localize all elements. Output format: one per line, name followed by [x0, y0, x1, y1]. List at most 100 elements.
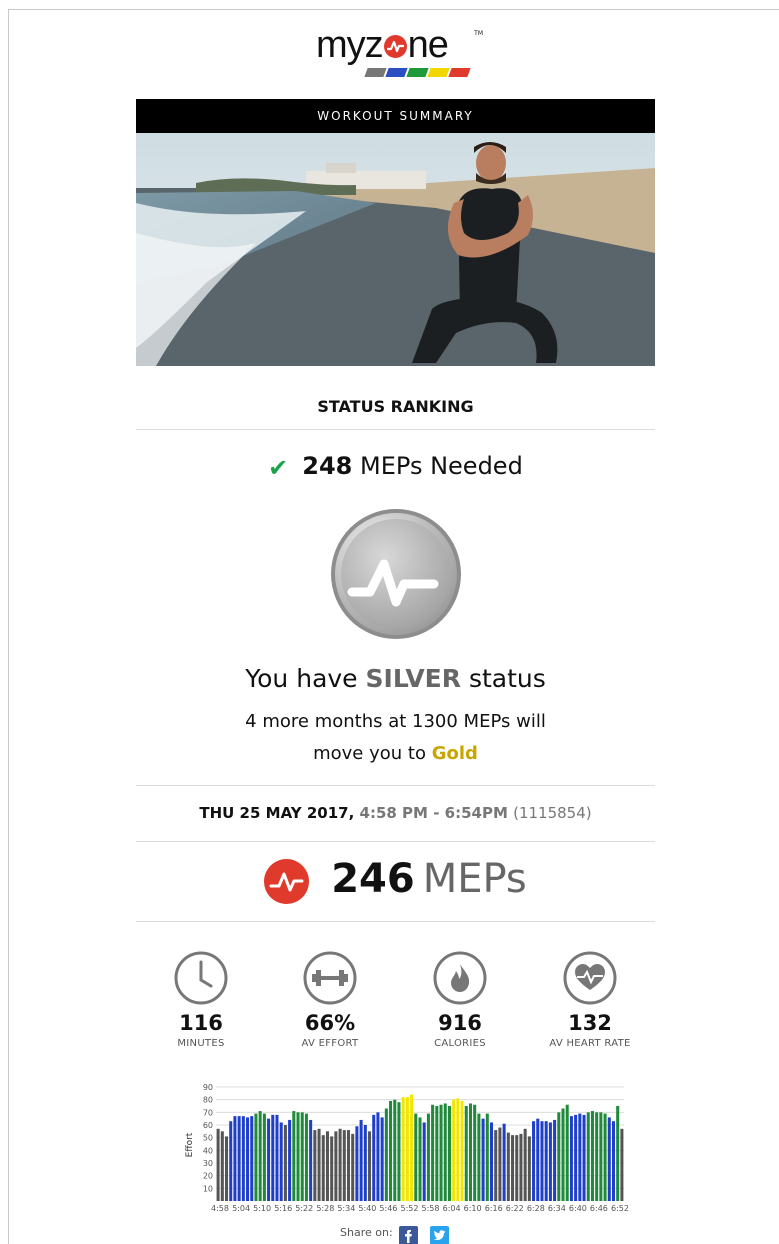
status-ranking-heading: STATUS RANKING — [317, 397, 474, 416]
meps-total: 246 MEPs — [136, 856, 655, 912]
effort-bar — [384, 1108, 388, 1201]
effort-bar — [616, 1106, 620, 1201]
effort-bar — [511, 1135, 515, 1201]
effort-bar — [262, 1113, 266, 1201]
x-tick-label: 4:58 — [211, 1204, 229, 1213]
logo-o-heart-icon — [383, 35, 407, 58]
effort-bar — [389, 1100, 393, 1201]
effort-bar — [447, 1106, 451, 1201]
x-tick-label: 6:46 — [590, 1204, 608, 1213]
meps-unit: MEPs — [422, 856, 527, 902]
stat-av-effort: 66% AV EFFORT — [275, 950, 385, 1049]
effort-bar — [452, 1099, 456, 1201]
twitter-icon[interactable] — [430, 1226, 449, 1244]
effort-bar — [595, 1112, 599, 1201]
effort-bar — [502, 1123, 506, 1201]
flame-icon — [432, 950, 488, 1006]
clock-icon — [173, 950, 229, 1006]
effort-bar — [363, 1125, 367, 1201]
y-tick-label: 80 — [203, 1096, 213, 1105]
effort-bar — [565, 1104, 569, 1201]
effort-bar — [561, 1108, 565, 1201]
effort-bar — [296, 1112, 300, 1201]
logo-wordmark: myz ne — [316, 24, 449, 66]
effort-bar — [443, 1103, 447, 1201]
effort-bar — [498, 1127, 502, 1201]
effort-bar — [292, 1111, 296, 1201]
effort-bar — [258, 1111, 262, 1201]
x-tick-label: 6:34 — [548, 1204, 566, 1213]
session-time: 4:58 PM - 6:54PM — [359, 804, 508, 822]
effort-bar — [401, 1097, 405, 1201]
effort-bar — [485, 1113, 489, 1201]
divider — [136, 785, 655, 786]
status-progress-text: 4 more months at 1300 MEPs will move you… — [245, 711, 546, 764]
effort-bar — [271, 1114, 275, 1201]
effort-bar — [220, 1131, 224, 1201]
effort-bar — [536, 1118, 540, 1201]
effort-bar — [304, 1113, 308, 1201]
meps-needed-label: MEPs Needed — [360, 452, 523, 480]
y-tick-label: 70 — [203, 1108, 213, 1117]
effort-bar — [607, 1117, 611, 1201]
status-level: SILVER — [365, 664, 462, 693]
effort-bar — [586, 1112, 590, 1201]
y-tick-label: 20 — [203, 1172, 213, 1181]
effort-bar — [275, 1114, 279, 1201]
effort-bar — [380, 1117, 384, 1201]
effort-bar — [246, 1117, 250, 1201]
effort-bar — [481, 1118, 485, 1201]
effort-bar — [250, 1116, 254, 1201]
effort-bar — [519, 1133, 523, 1201]
effort-bar — [574, 1114, 578, 1201]
effort-bar — [397, 1102, 401, 1201]
effort-bar — [317, 1128, 321, 1201]
stat-av-heart-rate: 132 AV HEART RATE — [535, 950, 645, 1049]
stat-minutes: 116 MINUTES — [146, 950, 256, 1049]
hero-image — [136, 133, 655, 366]
effort-bar — [325, 1131, 329, 1201]
effort-bar — [372, 1114, 376, 1201]
x-tick-label: 5:46 — [379, 1204, 397, 1213]
meps-value: 246 — [331, 856, 415, 902]
effort-bar — [283, 1125, 287, 1201]
next-level: Gold — [431, 743, 478, 764]
effort-bar — [620, 1128, 624, 1201]
x-tick-label: 5:22 — [295, 1204, 313, 1213]
y-tick-label: 60 — [203, 1121, 213, 1130]
session-date-line: THU 25 MAY 2017, 4:58 PM - 6:54PM (11158… — [199, 804, 592, 822]
y-tick-label: 30 — [203, 1159, 213, 1168]
facebook-icon[interactable] — [399, 1226, 418, 1244]
effort-bar — [241, 1116, 245, 1201]
effort-bar — [464, 1106, 468, 1201]
x-tick-label: 5:40 — [358, 1204, 376, 1213]
meps-needed-value: 248 — [302, 452, 353, 480]
effort-bar — [590, 1111, 594, 1201]
effort-bar — [515, 1135, 519, 1201]
effort-bar — [254, 1113, 258, 1201]
x-tick-label: 6:52 — [611, 1204, 629, 1213]
effort-bar — [309, 1119, 313, 1201]
divider — [136, 429, 655, 430]
x-tick-label: 5:28 — [316, 1204, 334, 1213]
effort-bar — [225, 1136, 229, 1201]
effort-bar — [473, 1104, 477, 1201]
effort-bar — [229, 1121, 233, 1201]
x-tick-label: 5:04 — [232, 1204, 250, 1213]
logo-bar-4 — [448, 68, 471, 77]
x-tick-label: 6:22 — [506, 1204, 524, 1213]
workout-summary-banner: WORKOUT SUMMARY — [136, 99, 655, 133]
effort-bar — [544, 1121, 548, 1201]
x-tick-label: 6:16 — [485, 1204, 503, 1213]
effort-bar — [477, 1113, 481, 1201]
y-tick-label: 10 — [203, 1184, 213, 1193]
x-tick-label: 6:04 — [443, 1204, 461, 1213]
myzone-logo: myz ne TM — [316, 24, 483, 78]
effort-bar — [611, 1121, 615, 1201]
effort-bar — [553, 1119, 557, 1201]
logo-bar-2 — [406, 68, 429, 77]
effort-bar — [435, 1106, 439, 1201]
divider — [136, 841, 655, 842]
y-axis-label: Effort — [185, 1132, 195, 1157]
x-tick-label: 5:58 — [422, 1204, 440, 1213]
